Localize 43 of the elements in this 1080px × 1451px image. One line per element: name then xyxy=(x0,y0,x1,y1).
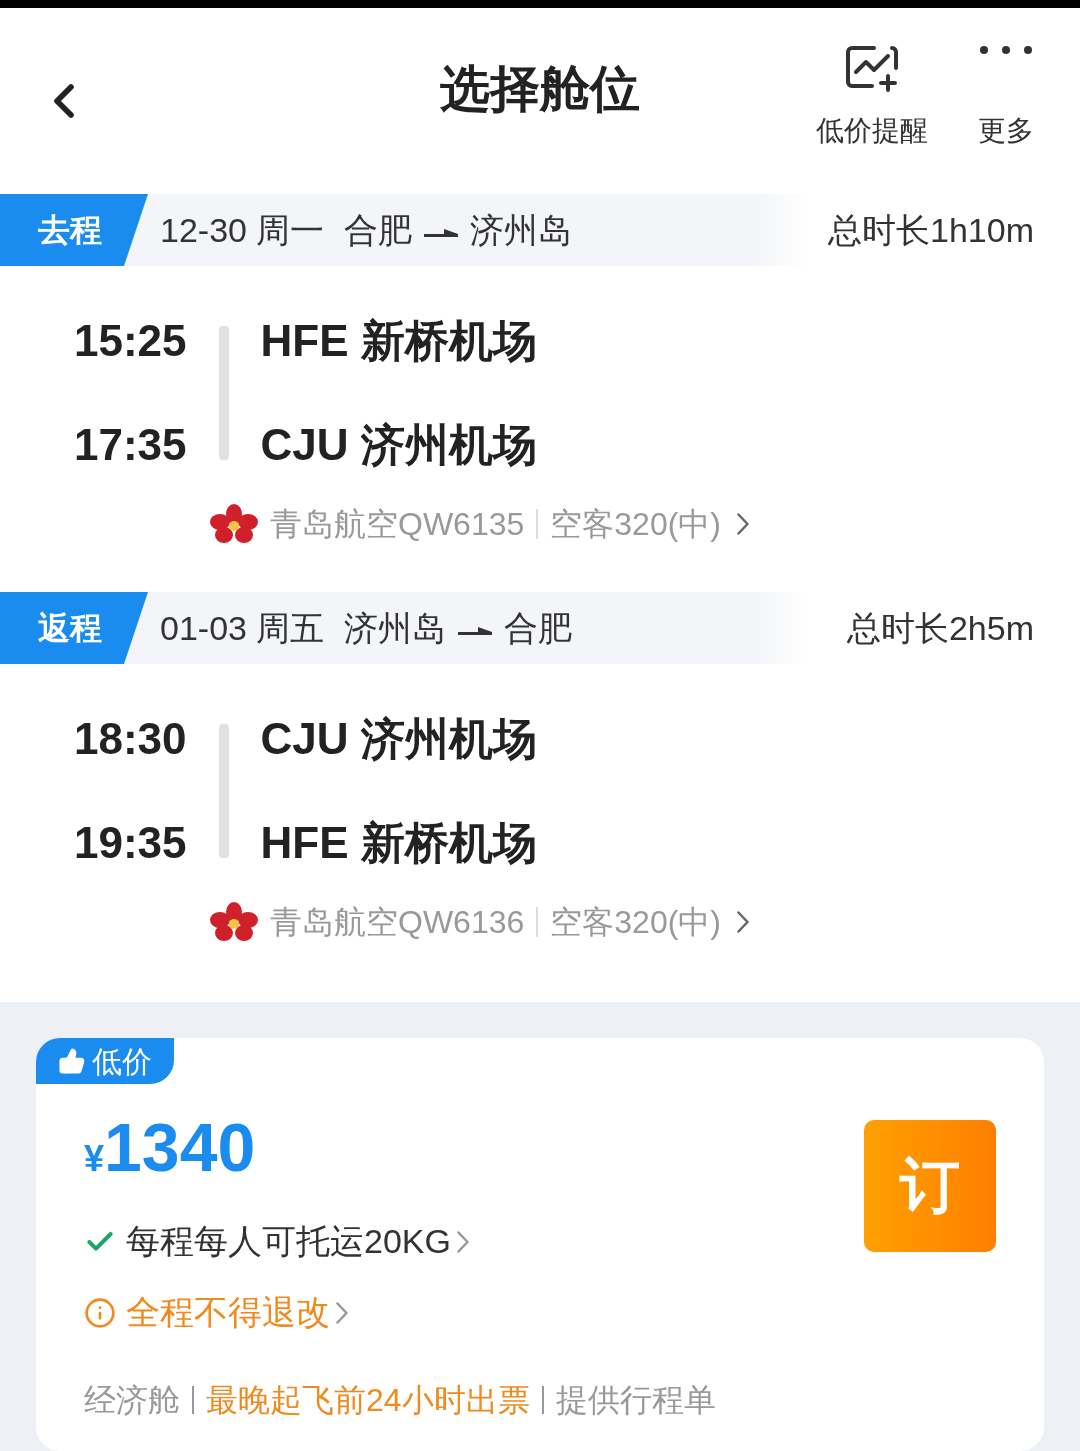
flight-time: 19:35 xyxy=(74,818,187,868)
chevron-icon xyxy=(737,911,749,933)
arrow-icon xyxy=(424,229,459,237)
airline-flight: 青岛航空QW6135 xyxy=(270,505,525,544)
airport-name: HFE 新桥机场 xyxy=(260,818,537,868)
currency-symbol: ¥ xyxy=(84,1138,105,1181)
airport-name: HFE 新桥机场 xyxy=(260,316,537,366)
header-action[interactable]: 低价提醒 xyxy=(816,44,928,152)
flight-time: 18:30 xyxy=(74,714,187,764)
fare-tag: 经济舱 xyxy=(84,1376,180,1424)
destination-city: 合肥 xyxy=(504,607,573,649)
price: 1340 xyxy=(104,1112,256,1182)
leg-date: 12-30 周一 xyxy=(160,209,325,251)
chevron-icon xyxy=(336,1301,348,1324)
price-badge: 低价 xyxy=(36,1038,174,1084)
leg-tag: 去程 xyxy=(0,194,148,266)
destination-city: 济州岛 xyxy=(470,209,573,251)
flight-time: 15:25 xyxy=(74,316,187,366)
fare-tag: 最晚起飞前24小时出票 xyxy=(206,1376,530,1424)
airline-logo-icon xyxy=(210,504,258,544)
arrow-icon xyxy=(458,627,493,635)
chart-alert-icon xyxy=(844,44,900,92)
fare-tag: 提供行程单 xyxy=(555,1376,716,1424)
chevron-icon xyxy=(737,513,749,535)
leg-date: 01-03 周五 xyxy=(160,607,325,649)
page-title: 选择舱位 xyxy=(440,60,640,119)
flight-time: 17:35 xyxy=(74,420,187,470)
aircraft-type: 空客320(中) xyxy=(550,505,721,544)
airline-flight: 青岛航空QW6136 xyxy=(270,903,525,942)
airport-name: CJU 济州机场 xyxy=(260,420,537,470)
origin-city: 济州岛 xyxy=(344,607,447,649)
info-icon xyxy=(84,1296,116,1329)
baggage-allowance-link[interactable]: 每程每人可托运20KG xyxy=(126,1216,451,1267)
airline-logo-icon xyxy=(210,902,258,942)
aircraft-type: 空客320(中) xyxy=(550,903,721,942)
total-duration: 总时长1h10m xyxy=(828,209,1034,251)
more-icon xyxy=(978,44,1034,56)
airport-name: CJU 济州机场 xyxy=(260,714,537,764)
chevron-icon xyxy=(456,1230,469,1253)
leg-tag: 返程 xyxy=(0,592,148,664)
origin-city: 合肥 xyxy=(344,209,413,251)
total-duration: 总时长2h5m xyxy=(846,607,1034,649)
header-action[interactable]: 更多 xyxy=(978,44,1034,152)
